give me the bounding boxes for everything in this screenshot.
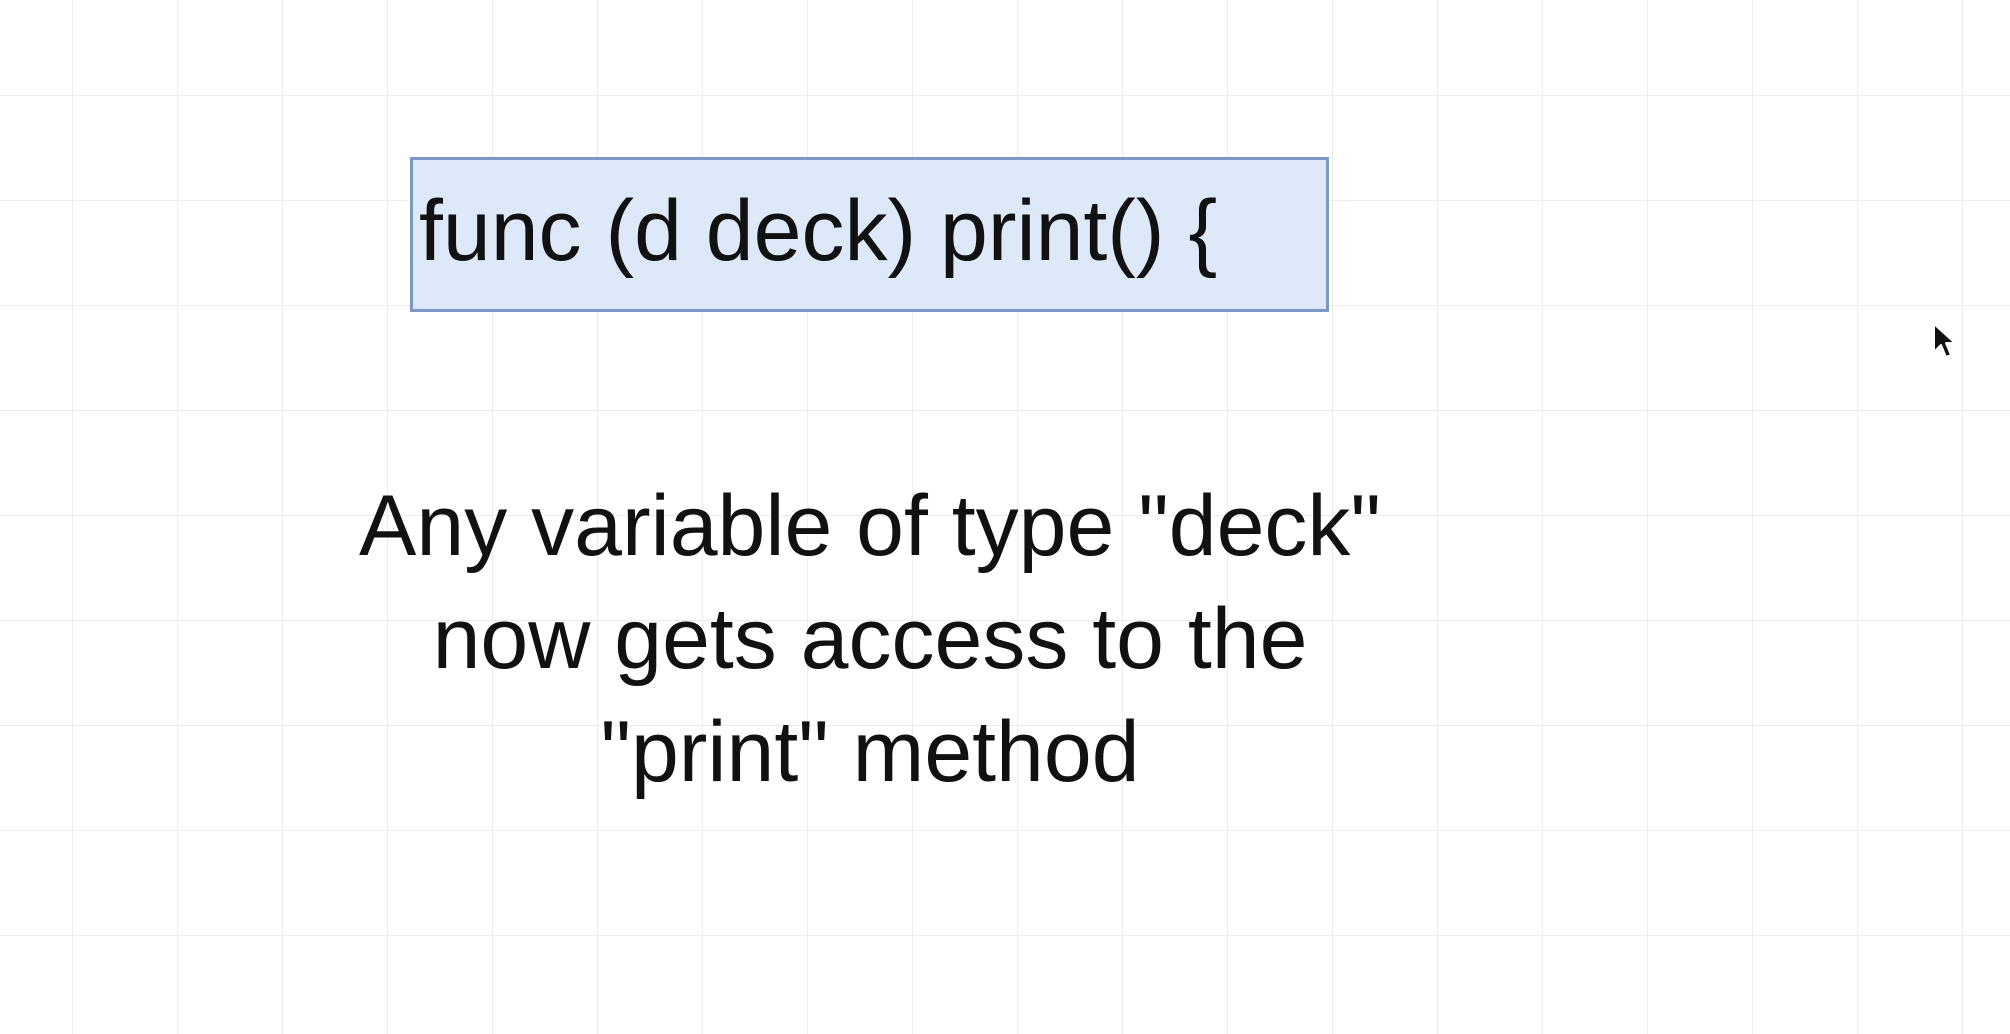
code-snippet-box: func (d deck) print() {	[410, 157, 1329, 312]
explanation-line-3: "print" method	[600, 704, 1140, 800]
explanation-text: Any variable of type "deck" now gets acc…	[270, 470, 1470, 809]
explanation-line-1: Any variable of type "deck"	[359, 478, 1381, 574]
mouse-pointer-icon	[1933, 323, 1956, 358]
explanation-line-2: now gets access to the	[432, 591, 1308, 687]
code-snippet-text: func (d deck) print() {	[419, 182, 1218, 279]
